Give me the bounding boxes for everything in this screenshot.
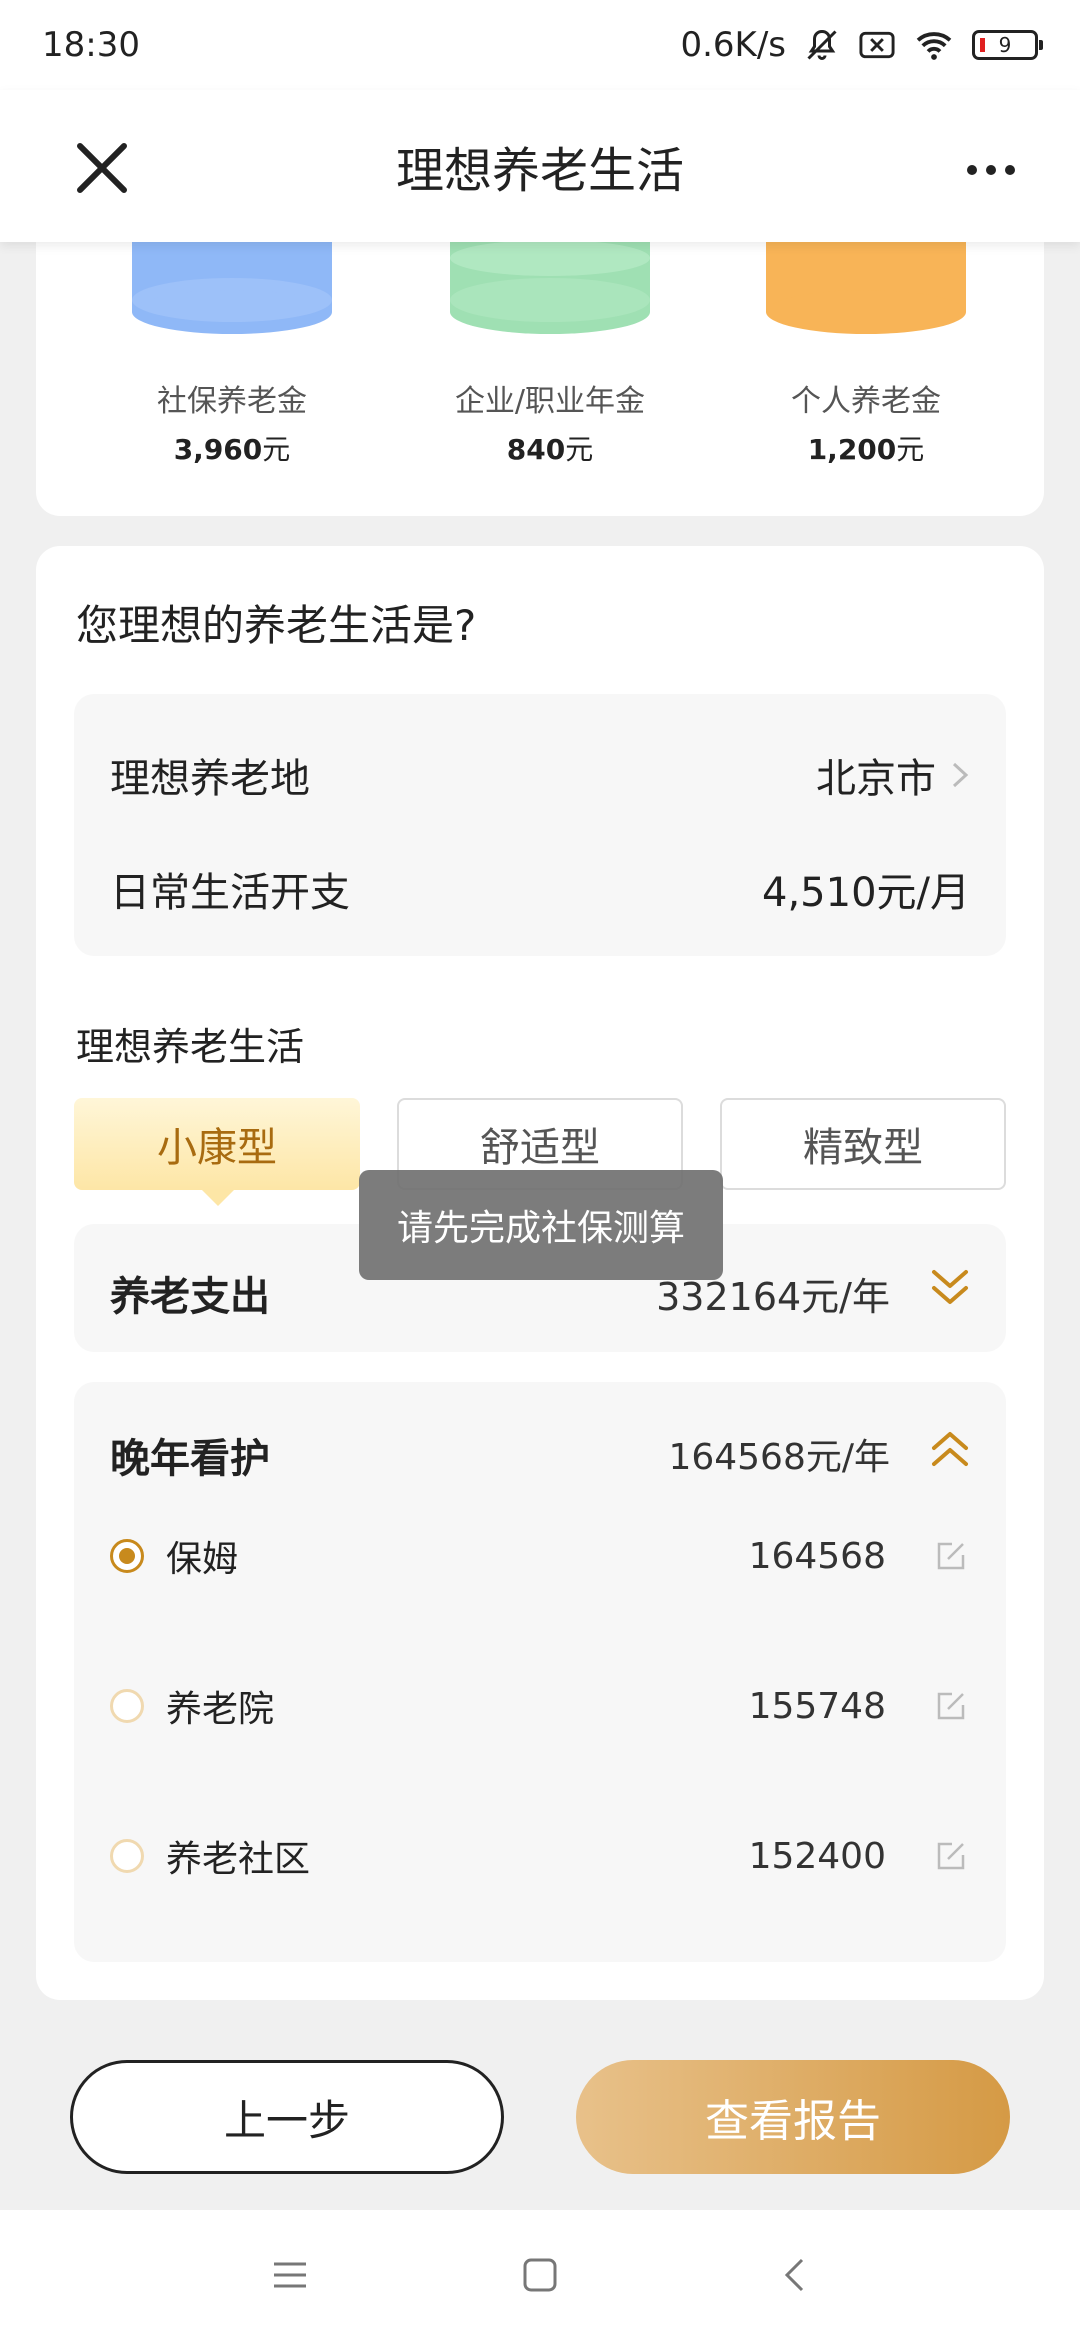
double-chevron-down-icon[interactable] xyxy=(928,1266,972,1310)
close-button[interactable] xyxy=(70,136,134,200)
care-option-community[interactable]: 养老社区 152400 xyxy=(110,1826,970,1886)
net-speed: 0.6K/s xyxy=(680,25,786,65)
radio-unselected[interactable] xyxy=(110,1839,144,1873)
question-title: 您理想的养老生活是? xyxy=(76,601,477,650)
toast-message: 请先完成社保测算 xyxy=(359,1170,723,1280)
system-nav-bar xyxy=(0,2210,1080,2340)
back-nav-button[interactable] xyxy=(764,2250,824,2300)
care-option-name: 养老院 xyxy=(166,1689,275,1730)
care-option-name: 养老社区 xyxy=(166,1839,311,1880)
care-option-amount: 155748 xyxy=(748,1685,886,1727)
chevron-right-icon xyxy=(952,762,969,788)
care-option-amount: 152400 xyxy=(748,1835,886,1877)
care-section: 晚年看护 164568元/年 保姆 164568 养老院 155748 养老社区… xyxy=(74,1382,1006,1962)
enterprise-pension-cylinder-icon xyxy=(450,238,650,334)
home-nav-button[interactable] xyxy=(510,2250,570,2300)
edit-icon[interactable] xyxy=(934,1839,968,1873)
menu-icon xyxy=(274,2262,306,2288)
more-dots-icon xyxy=(967,165,1015,175)
menu-nav-button[interactable] xyxy=(260,2250,320,2300)
back-chevron-icon xyxy=(784,2258,804,2292)
pension-amount: 1,200元 xyxy=(807,433,925,466)
wifi-icon xyxy=(914,29,954,61)
pension-label: 个人养老金 xyxy=(791,384,941,419)
edit-icon[interactable] xyxy=(934,1689,968,1723)
prev-step-button[interactable]: 上一步 xyxy=(70,2060,504,2174)
more-button[interactable] xyxy=(956,150,1026,190)
care-option-name: 保姆 xyxy=(166,1539,239,1580)
place-row[interactable]: 理想养老地 北京市 xyxy=(110,746,970,804)
sim-off-icon xyxy=(858,30,896,60)
social-pension-cylinder-icon xyxy=(132,238,332,334)
battery-icon: 9 xyxy=(972,30,1043,60)
title-bar: 理想养老生活 xyxy=(0,90,1080,242)
home-square-icon xyxy=(523,2258,557,2292)
info-box: 理想养老地 北京市 日常生活开支 4,510元/月 xyxy=(74,694,1006,956)
expense-label: 日常生活开支 xyxy=(110,870,350,916)
page-title: 理想养老生活 xyxy=(395,143,684,199)
pension-summary-card: 社保养老金 3,960元 企业/职业年金 840元 个人养老金 1,200元 xyxy=(36,200,1044,516)
pension-label: 社保养老金 xyxy=(157,384,307,419)
place-value-wrap: 北京市 xyxy=(816,746,970,804)
personal-pension-cylinder-icon xyxy=(766,238,966,334)
expense-row: 日常生活开支 4,510元/月 xyxy=(110,860,970,918)
pension-label: 企业/职业年金 xyxy=(454,384,646,419)
care-title: 晚年看护 xyxy=(110,1436,270,1482)
close-icon xyxy=(77,143,127,193)
status-bar: 18:30 0.6K/s 9 xyxy=(0,0,1080,90)
view-report-button[interactable]: 查看报告 xyxy=(576,2060,1010,2174)
mute-bell-icon xyxy=(804,27,840,63)
double-chevron-up-icon[interactable] xyxy=(928,1426,972,1470)
radio-selected[interactable] xyxy=(110,1539,144,1573)
place-value: 北京市 xyxy=(816,756,936,802)
pension-amount: 840元 xyxy=(506,433,594,466)
tab-xiaokang[interactable]: 小康型 xyxy=(74,1098,360,1206)
radio-unselected[interactable] xyxy=(110,1689,144,1723)
status-time: 18:30 xyxy=(42,25,140,65)
care-option-amount: 164568 xyxy=(748,1535,886,1577)
care-option-nanny[interactable]: 保姆 164568 xyxy=(110,1526,970,1586)
spending-title: 养老支出 xyxy=(110,1274,270,1320)
status-icons: 0.6K/s 9 xyxy=(680,25,1043,65)
edit-icon[interactable] xyxy=(934,1539,968,1573)
care-value: 164568元/年 xyxy=(668,1437,890,1478)
battery-level: 9 xyxy=(998,33,1012,57)
lifestyle-label: 理想养老生活 xyxy=(76,1025,305,1069)
expense-value: 4,510元/月 xyxy=(762,870,970,916)
place-label: 理想养老地 xyxy=(110,756,310,802)
care-option-nursing-home[interactable]: 养老院 155748 xyxy=(110,1676,970,1736)
pension-amount: 3,960元 xyxy=(173,433,291,466)
tab-jingzhi[interactable]: 精致型 xyxy=(720,1098,1006,1190)
